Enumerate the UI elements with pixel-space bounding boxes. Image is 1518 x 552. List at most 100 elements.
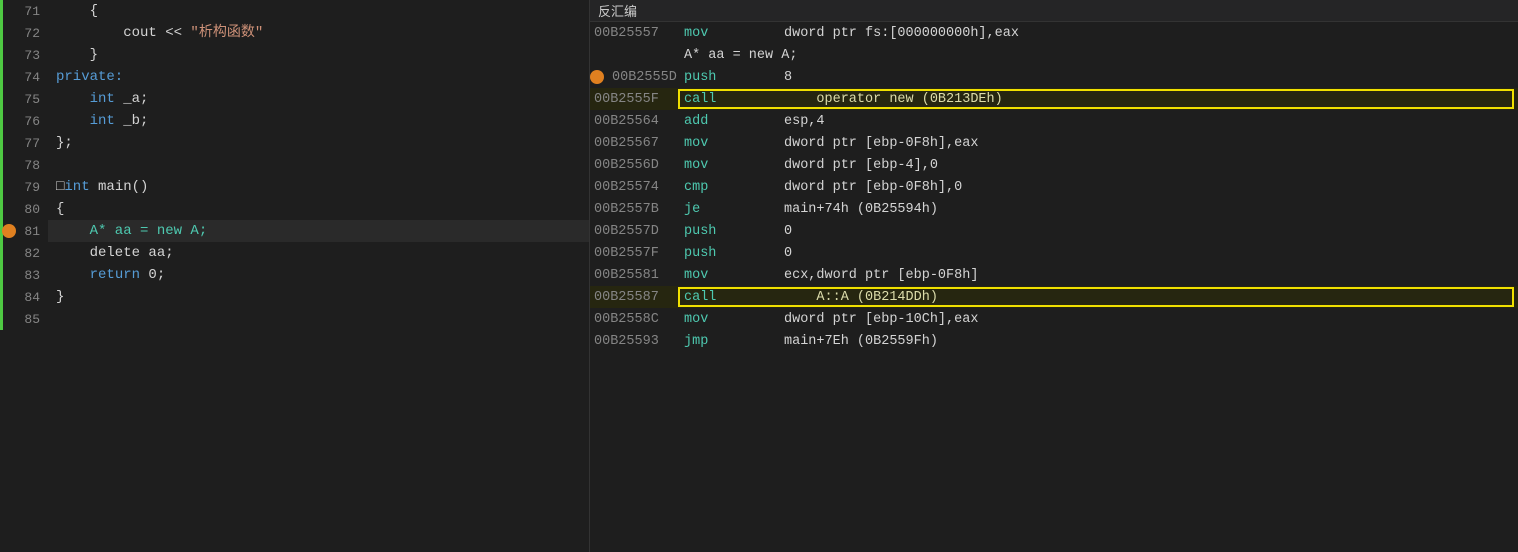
code-line-85: 85 [0,308,589,330]
line-number-80: 80 [0,198,48,220]
line-content-79: □int main() [48,176,589,198]
disasm-mnemonic: je [684,202,784,217]
code-line-78: 78 [0,154,589,176]
disasm-addr: 00B25567 [594,136,684,151]
code-line-79: 79 □int main() [0,176,589,198]
disasm-mnemonic: mov [684,136,784,151]
line-number-84: 84 [0,286,48,308]
disasm-operands: 8 [784,70,1514,85]
line-number-83: 83 [0,264,48,286]
line-number-85: 85 [0,308,48,330]
disasm-mnemonic: push [684,70,784,85]
disasm-mnemonic: push [684,224,784,239]
disasm-addr: 00B2557D [594,224,684,239]
line-number-75: 75 [0,88,48,110]
line-number-74: 74 [0,66,48,88]
disasm-mnemonic: mov [684,312,784,327]
disasm-row-00B2557F: 00B2557F push 0 [590,242,1518,264]
disasm-addr: 00B25593 [594,334,684,349]
source-code-pane[interactable]: 71 { 72 cout << "析构函数" 73 } 74 privat [0,0,590,552]
disasm-row-00B2558C: 00B2558C mov dword ptr [ebp-10Ch],eax [590,308,1518,330]
disasm-operands: dword ptr [ebp-0F8h],0 [784,180,1514,195]
disasm-row-00B2555F: 00B2555F call operator new (0B213DEh) [590,88,1518,110]
disasm-comment-text: A* aa = new A; [684,48,797,63]
line-content-71: { [48,0,589,22]
disasm-addr: 00B2558C [594,312,684,327]
disasm-row-00B25574: 00B25574 cmp dword ptr [ebp-0F8h],0 [590,176,1518,198]
line-number-82: 82 [0,242,48,264]
line-content-75: int _a; [48,88,589,110]
disasm-addr: 00B2555D [594,70,684,85]
code-line-71: 71 { [0,0,589,22]
disasm-operands: ecx,dword ptr [ebp-0F8h] [784,268,1514,283]
line-content-83: return 0; [48,264,589,286]
line-number-77: 77 [0,132,48,154]
disasm-mnemonic: call [684,92,784,107]
disasm-row-00B25567: 00B25567 mov dword ptr [ebp-0F8h],eax [590,132,1518,154]
code-line-73: 73 } [0,44,589,66]
line-number-71: 71 [0,0,48,22]
line-number-81: 81 [0,220,48,242]
disasm-operands: 0 [784,246,1514,261]
disasm-addr: 00B2556D [594,158,684,173]
line-content-72: cout << "析构函数" [48,22,589,44]
disasm-table: 00B25557 mov dword ptr fs:[000000000h],e… [590,22,1518,552]
disasm-addr: 00B25564 [594,114,684,129]
disasm-mnemonic: cmp [684,180,784,195]
line-content-74: private: [48,66,589,88]
disasm-header: 反汇编 [590,0,1518,22]
line-number-73: 73 [0,44,48,66]
disasm-row-00B2556D: 00B2556D mov dword ptr [ebp-4],0 [590,154,1518,176]
disasm-comment-new-a: A* aa = new A; [590,44,1518,66]
disasm-row-00B2557D: 00B2557D push 0 [590,220,1518,242]
disasm-row-00B25581: 00B25581 mov ecx,dword ptr [ebp-0F8h] [590,264,1518,286]
disasm-operands: main+74h (0B25594h) [784,202,1514,217]
disasm-mnemonic: push [684,246,784,261]
disasm-orange-dot-icon [590,70,604,84]
disasm-addr: 00B2555F [594,92,684,107]
line-content-84: } [48,286,589,308]
line-content-81: A* aa = new A; [48,220,589,242]
disasm-addr: 00B2557B [594,202,684,217]
line-content-82: delete aa; [48,242,589,264]
code-line-81: 81 A* aa = new A; [0,220,589,242]
disasm-row-00B25587: 00B25587 call A::A (0B214DDh) [590,286,1518,308]
disasm-operands: main+7Eh (0B2559Fh) [784,334,1514,349]
line-number-79: 79 [0,176,48,198]
code-line-77: 77 }; [0,132,589,154]
code-area: 71 { 72 cout << "析构函数" 73 } 74 privat [0,0,589,552]
disasm-row-00B25557: 00B25557 mov dword ptr fs:[000000000h],e… [590,22,1518,44]
line-content-78 [48,154,589,176]
line-content-73: } [48,44,589,66]
disasm-row-00B2555D: 00B2555D push 8 [590,66,1518,88]
line-content-77: }; [48,132,589,154]
disasm-mnemonic: mov [684,26,784,41]
disasm-addr: 00B25557 [594,26,684,41]
disasm-operands: esp,4 [784,114,1514,129]
orange-indicator-icon [2,224,16,238]
disasm-row-00B25593: 00B25593 jmp main+7Eh (0B2559Fh) [590,330,1518,352]
disasm-title: 反汇编 [598,1,637,20]
code-line-75: 75 int _a; [0,88,589,110]
disasm-row-00B25564: 00B25564 add esp,4 [590,110,1518,132]
disasm-mnemonic: call [684,290,784,305]
disasm-addr: 00B25581 [594,268,684,283]
line-content-80: { [48,198,589,220]
line-number-78: 78 [0,154,48,176]
disasm-mnemonic: jmp [684,334,784,349]
disasm-addr: 00B25587 [594,290,684,305]
code-line-83: 83 return 0; [0,264,589,286]
code-line-74: 74 private: [0,66,589,88]
line-number-72: 72 [0,22,48,44]
disasm-operands: operator new (0B213DEh) [784,92,1514,107]
code-line-72: 72 cout << "析构函数" [0,22,589,44]
line-content-85 [48,308,589,330]
disasm-operands: dword ptr [ebp-10Ch],eax [784,312,1514,327]
disasm-row-00B2557B: 00B2557B je main+74h (0B25594h) [590,198,1518,220]
disassembly-pane[interactable]: 反汇编 00B25557 mov dword ptr fs:[000000000… [590,0,1518,552]
code-line-82: 82 delete aa; [0,242,589,264]
disasm-operands: dword ptr [ebp-4],0 [784,158,1514,173]
disasm-mnemonic: add [684,114,784,129]
disasm-mnemonic: mov [684,158,784,173]
code-line-80: 80 { [0,198,589,220]
